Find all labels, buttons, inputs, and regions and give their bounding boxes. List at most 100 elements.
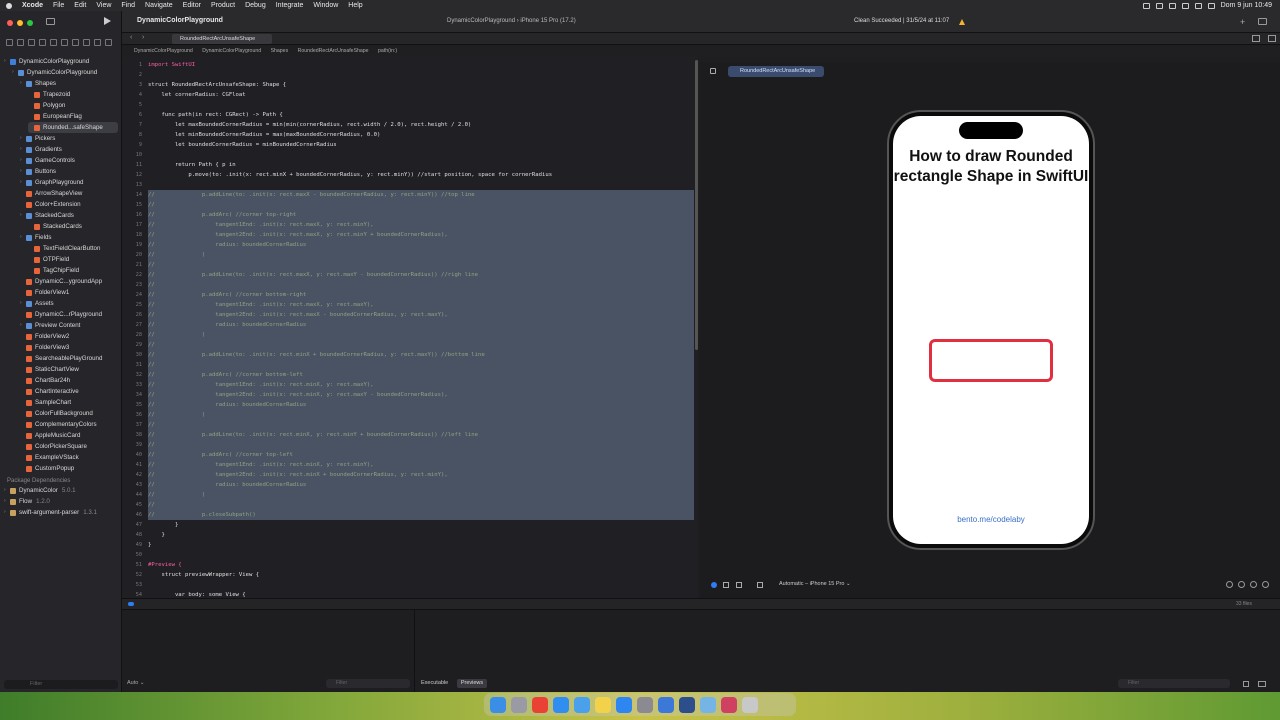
symbol-icon[interactable] [39,39,46,46]
bookmark-icon[interactable] [28,39,35,46]
navigator-item[interactable]: › Buttons [20,166,118,177]
navigator-item[interactable]: DynamicC...rPlayground [20,309,118,320]
pin-icon[interactable] [710,68,716,74]
preview-chip[interactable]: RoundedRectArcUnsafeShape [728,66,824,77]
navigator-item[interactable]: ExampleVStack [20,452,118,463]
console-filter-input[interactable]: Filter [1118,679,1230,688]
navigator-item[interactable]: › DynamicColorPlayground [4,56,118,67]
back-icon[interactable]: ‹ [130,34,132,41]
editor-scrollbar[interactable] [695,60,698,350]
navigator-item[interactable]: Rounded...safeShape [28,122,118,133]
navigator-item[interactable]: ChartBar24h [20,375,118,386]
menu-view[interactable]: View [96,2,111,9]
safari-icon[interactable] [553,696,569,713]
navigator-item[interactable]: › Assets [20,298,118,309]
navigator-item[interactable]: SearcheablePlayGround [20,353,118,364]
variants-icon[interactable] [736,582,742,588]
navigator-item[interactable]: › DynamicColorPlayground [12,67,118,78]
clock[interactable]: Dom 9 jun 10:49 [1221,2,1272,9]
menu-navigate[interactable]: Navigate [145,2,173,9]
navigator-item[interactable]: TagChipField [28,265,118,276]
issue-icon[interactable] [61,39,68,46]
navigator-item[interactable]: › Shapes [20,78,118,89]
report-icon[interactable] [105,39,112,46]
navigator-item[interactable]: EuropeanFlag [28,111,118,122]
editor-options-icon[interactable] [1268,35,1276,42]
navigator-item[interactable]: ComplementaryColors [20,419,118,430]
navigator-item[interactable]: › Gradients [20,144,118,155]
executable-tab[interactable]: Executable [421,680,448,686]
mail-icon[interactable] [574,696,590,713]
menu-file[interactable]: File [53,2,64,9]
package-item[interactable]: › DynamicColor 5.0.1 [4,485,76,496]
navigator-item[interactable]: › Fields [20,232,118,243]
close-window-button[interactable] [7,20,13,26]
navigator-item[interactable]: OTPField [28,254,118,265]
menu-help[interactable]: Help [348,2,362,9]
navigator-item[interactable]: CustomPopup [20,463,118,474]
layout-icon[interactable] [1258,681,1266,687]
navigator-item[interactable]: ColorFullBackground [20,408,118,419]
run-destination[interactable]: DynamicColorPlayground › iPhone 15 Pro (… [447,18,576,24]
tab-roundedrectarcunsafeshape[interactable]: RoundedRectArcUnsafeShape [172,34,272,44]
navigator-item[interactable]: StackedCards [28,221,118,232]
breadcrumb[interactable]: path(in:) [378,48,397,54]
sidebar-toggle-icon[interactable] [46,18,55,25]
device-settings-icon[interactable] [757,582,763,588]
navigator-item[interactable]: › Pickers [20,133,118,144]
breadcrumb[interactable]: RoundedRectArcUnsafeShape [298,48,369,54]
breadcrumb[interactable]: DynamicColorPlayground [202,48,261,54]
minimize-window-button[interactable] [17,20,23,26]
navigator-item[interactable]: › Preview Content [20,320,118,331]
navigator-item[interactable]: ChartInteractive [20,386,118,397]
navigator-item[interactable]: Color+Extension [20,199,118,210]
navigator-item[interactable]: › GraphPlayground [20,177,118,188]
navigator-item[interactable]: › StackedCards [20,210,118,221]
trash-icon[interactable] [742,696,758,713]
zoom-out-icon[interactable] [1238,581,1245,588]
navigator-item[interactable]: › GameControls [20,155,118,166]
menu-edit[interactable]: Edit [74,2,86,9]
variables-filter-input[interactable]: Filter [326,679,410,688]
split-editor-icon[interactable] [1252,35,1260,42]
folder-icon[interactable] [6,39,13,46]
zoom-in-icon[interactable] [1262,581,1269,588]
debug-icon[interactable] [83,39,90,46]
chrome-icon[interactable] [532,696,548,713]
navigator-item[interactable]: FolderView1 [20,287,118,298]
menu-editor[interactable]: Editor [183,2,201,9]
navigator-filter-input[interactable]: Filter [4,680,118,689]
xcode-icon[interactable] [658,696,674,713]
navigator-item[interactable]: ArrowShapeView [20,188,118,199]
console-divider[interactable] [414,610,415,692]
apple-menu-icon[interactable] [6,2,12,9]
menu-find[interactable]: Find [121,2,135,9]
navigator-item[interactable]: TextFieldClearButton [28,243,118,254]
find-icon[interactable] [50,39,57,46]
trash-icon[interactable] [1243,681,1249,687]
device-picker[interactable]: Automatic – iPhone 15 Pro ⌄ [779,581,851,587]
wifi-icon[interactable] [1181,2,1189,9]
status-icon[interactable] [1142,2,1150,9]
variables-scope-select[interactable]: Auto ⌄ [127,680,144,686]
menu-window[interactable]: Window [313,2,338,9]
package-item[interactable]: › Flow 1.2.0 [4,496,50,507]
preview-icon[interactable] [700,696,716,713]
finder-icon[interactable] [490,696,506,713]
search-icon[interactable] [1194,2,1202,9]
navigator-item[interactable]: FolderView3 [20,342,118,353]
navigator-item[interactable]: AppleMusicCard [20,430,118,441]
breakpoint-icon[interactable] [94,39,101,46]
navigator-item[interactable]: DynamicC...ygroundApp [20,276,118,287]
navigator-item[interactable]: SampleChart [20,397,118,408]
zoom-actual-icon[interactable] [1250,581,1257,588]
navigator-item[interactable]: Polygon [28,100,118,111]
forward-icon[interactable]: › [142,34,144,41]
appstore-icon[interactable] [616,696,632,713]
breadcrumb[interactable]: Shapes [271,48,289,54]
launchpad-icon[interactable] [511,696,527,713]
live-mode-icon[interactable] [711,582,717,588]
test-icon[interactable] [72,39,79,46]
status-icon[interactable] [1168,2,1176,9]
menu-debug[interactable]: Debug [245,2,266,9]
